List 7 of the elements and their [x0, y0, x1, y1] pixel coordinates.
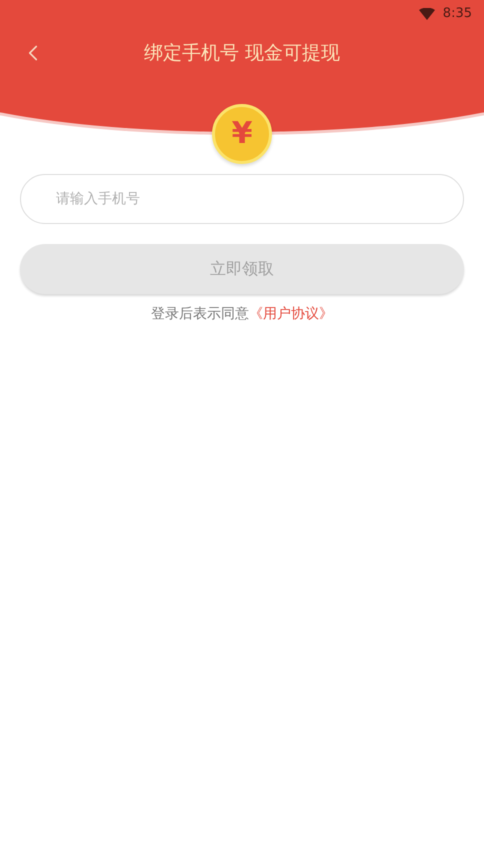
wifi-icon [418, 8, 435, 20]
user-agreement-link[interactable]: 《用户协议》 [249, 304, 333, 325]
phone-input-field[interactable]: 请输入手机号 [20, 174, 464, 224]
status-time: 8:35 [442, 5, 472, 24]
yuan-symbol: ¥ [232, 119, 252, 149]
page-title: 绑定手机号 现金可提现 [144, 40, 340, 66]
agreement-text: 登录后表示同意 [151, 305, 249, 324]
